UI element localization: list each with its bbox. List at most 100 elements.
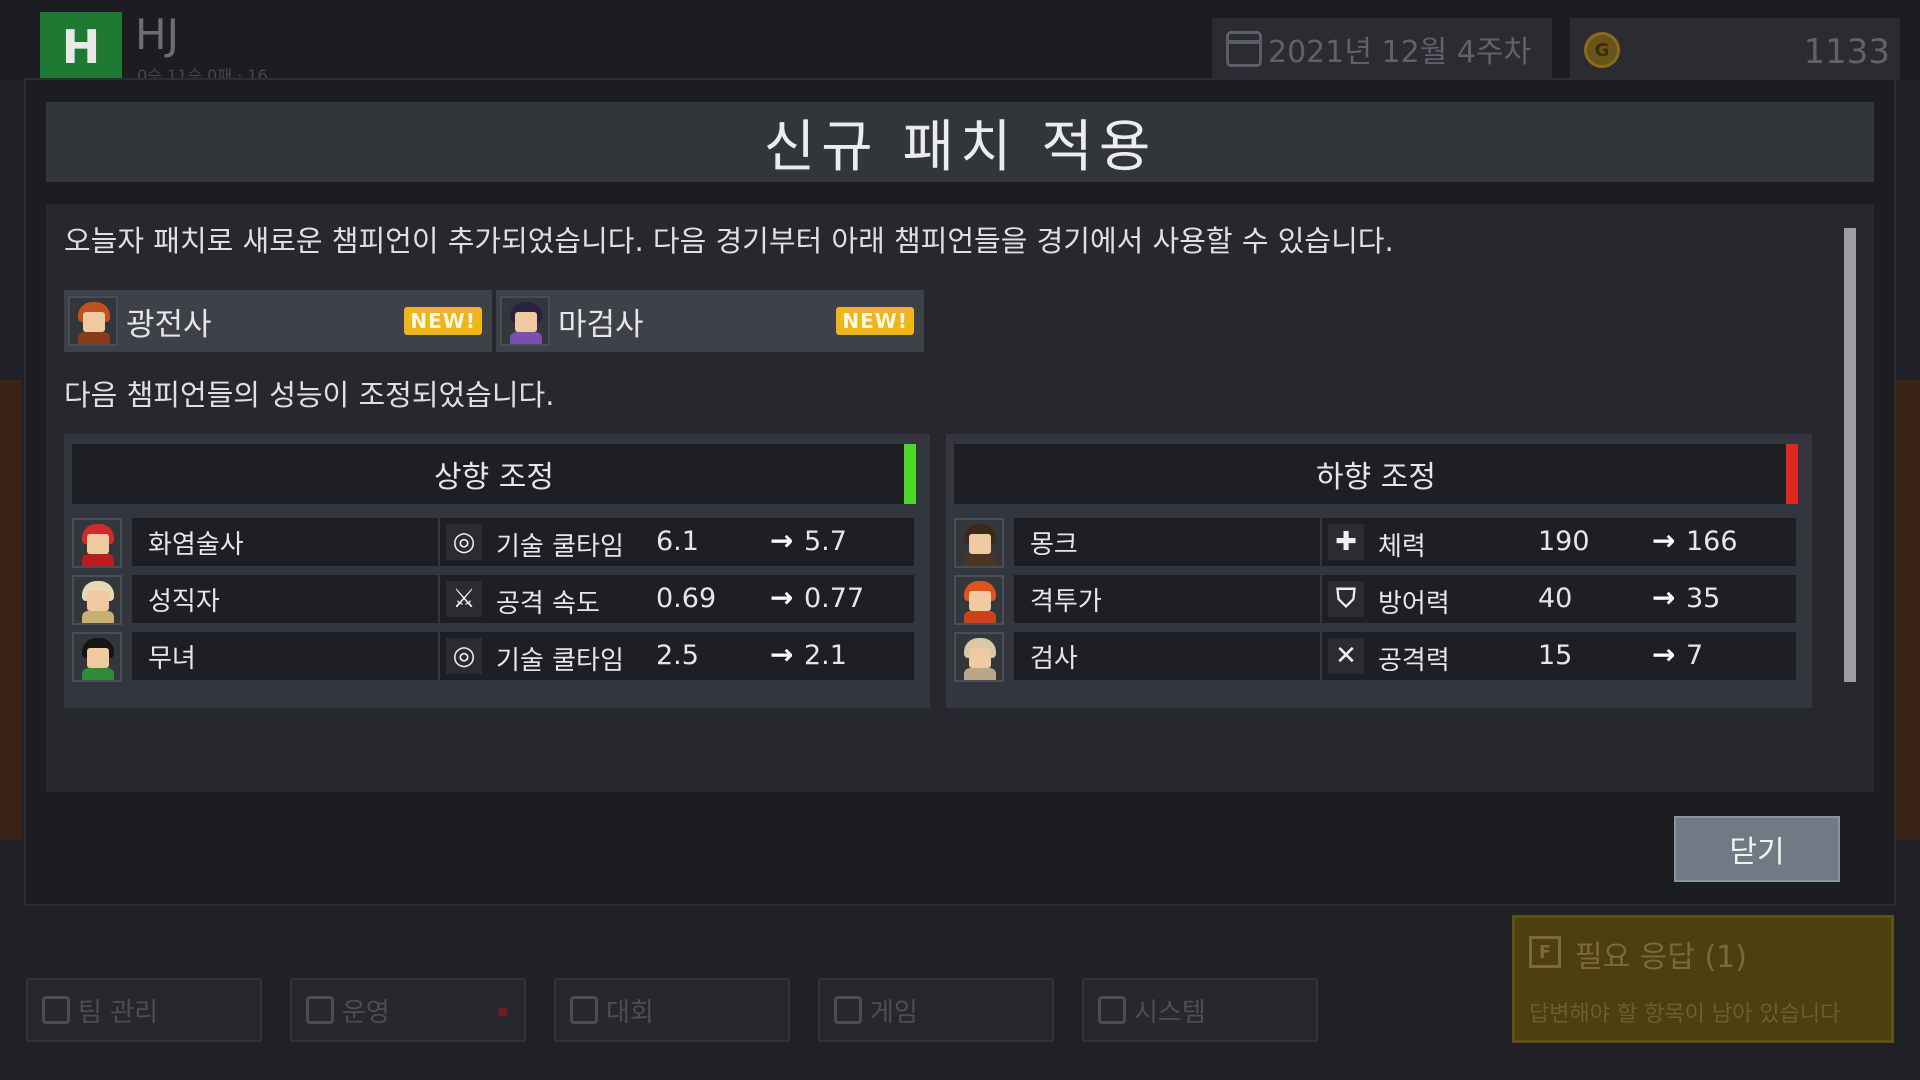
stat-name: 기술 쿨타임: [496, 646, 624, 676]
champion-name: 마검사: [558, 306, 644, 343]
coin-icon: G: [1584, 32, 1620, 68]
arrow-right-icon: →: [770, 581, 794, 614]
table-row: 무녀 ◎ 기술 쿨타임 2.5 → 2.1: [72, 632, 922, 682]
stat-old-value: 2.5: [656, 640, 699, 671]
stat-change: ⚔ 공격 속도 0.69 → 0.77: [440, 575, 914, 623]
champion-portrait: [954, 575, 1004, 625]
champion-name: 광전사: [126, 306, 212, 343]
nav-label: 시스템: [1134, 997, 1206, 1028]
key-f-icon: F: [1529, 936, 1561, 968]
arrow-right-icon: →: [1652, 524, 1676, 557]
stat-old-value: 0.69: [656, 583, 717, 614]
team-logo: H: [40, 12, 122, 82]
stat-old-value: 15: [1538, 640, 1573, 671]
table-row: 성직자 ⚔ 공격 속도 0.69 → 0.77: [72, 575, 922, 625]
arrow-right-icon: →: [770, 524, 794, 557]
stat-change: ◎ 기술 쿨타임 2.5 → 2.1: [440, 632, 914, 680]
health-icon: ✚: [1328, 524, 1364, 560]
table-row: 몽크 ✚ 체력 190 → 166: [954, 518, 1804, 568]
stat-old-value: 40: [1538, 583, 1573, 614]
stat-new-value: 166: [1686, 526, 1738, 557]
new-badge: NEW!: [404, 307, 482, 335]
calendar-icon: [1226, 31, 1262, 67]
champion-portrait: [72, 575, 122, 625]
cooldown-icon: ◎: [446, 524, 482, 560]
table-row: 격투가 ⛉ 방어력 40 → 35: [954, 575, 1804, 625]
stat-change: ◎ 기술 쿨타임 6.1 → 5.7: [440, 518, 914, 566]
gold-display: G 1133: [1570, 18, 1900, 80]
document-icon: [306, 996, 334, 1024]
stat-name: 공격력: [1378, 646, 1450, 676]
stat-new-value: 0.77: [804, 583, 865, 614]
background-left-strip: [0, 380, 22, 840]
buff-panel-title: 상향 조정: [434, 460, 554, 495]
stat-old-value: 190: [1538, 526, 1590, 557]
attack-icon: ✕: [1328, 638, 1364, 674]
defense-icon: ⛉: [1328, 581, 1364, 617]
champion-portrait: [954, 632, 1004, 682]
patch-notes-modal: 신규 패치 적용 오늘자 패치로 새로운 챔피언이 추가되었습니다. 다음 경기…: [24, 78, 1896, 906]
champion-name: 검사: [1014, 632, 1320, 680]
new-champion-card: 광전사 NEW!: [64, 290, 492, 352]
stat-name: 방어력: [1378, 589, 1450, 619]
team-name: HJ: [135, 10, 179, 59]
scrollbar[interactable]: [1844, 228, 1856, 682]
champion-name: 격투가: [1014, 575, 1320, 623]
champion-name: 몽크: [1014, 518, 1320, 566]
nav-tournament-button[interactable]: 대회: [554, 978, 790, 1042]
stat-new-value: 35: [1686, 583, 1721, 614]
nav-team-management-button[interactable]: 팀 관리: [26, 978, 262, 1042]
buff-panel-header: 상향 조정: [72, 444, 916, 504]
stat-name: 공격 속도: [496, 589, 600, 619]
table-row: 화염술사 ◎ 기술 쿨타임 6.1 → 5.7: [72, 518, 922, 568]
champion-name: 성직자: [132, 575, 438, 623]
arrow-right-icon: →: [1652, 581, 1676, 614]
nav-system-button[interactable]: 시스템: [1082, 978, 1318, 1042]
nav-label: 대회: [606, 997, 654, 1028]
champion-name: 무녀: [132, 632, 438, 680]
cooldown-icon: ◎: [446, 638, 482, 674]
nav-label: 운영: [342, 997, 390, 1028]
gamepad-icon: [834, 996, 862, 1024]
gold-amount: 1133: [1803, 32, 1890, 72]
alert-title: 필요 응답 (1): [1575, 940, 1747, 975]
stat-new-value: 5.7: [804, 526, 847, 557]
arrow-right-icon: →: [1652, 638, 1676, 671]
stat-change: ✕ 공격력 15 → 7: [1322, 632, 1796, 680]
new-champion-intro: 오늘자 패치로 새로운 챔피언이 추가되었습니다. 다음 경기부터 아래 챔피언…: [64, 224, 1394, 258]
nerf-panel-title: 하향 조정: [1316, 460, 1436, 495]
required-response-alert[interactable]: F 필요 응답 (1) 답변해야 할 항목이 남아 있습니다: [1512, 915, 1894, 1043]
trophy-icon: [570, 996, 598, 1024]
buff-color-marker: [904, 444, 916, 504]
champion-portrait: [72, 632, 122, 682]
nerf-color-marker: [1786, 444, 1798, 504]
arrow-right-icon: →: [770, 638, 794, 671]
modal-title: 신규 패치 적용: [763, 114, 1157, 180]
champion-portrait: [954, 518, 1004, 568]
adjustment-intro: 다음 챔피언들의 성능이 조정되었습니다.: [64, 378, 555, 412]
nav-game-button[interactable]: 게임: [818, 978, 1054, 1042]
champion-portrait: [72, 518, 122, 568]
nav-operation-button[interactable]: 운영: [290, 978, 526, 1042]
champion-portrait: [500, 296, 550, 346]
notification-dot: [498, 1007, 508, 1017]
nav-label: 게임: [870, 997, 918, 1028]
modal-header: 신규 패치 적용: [46, 102, 1874, 182]
stat-new-value: 2.1: [804, 640, 847, 671]
modal-content: 오늘자 패치로 새로운 챔피언이 추가되었습니다. 다음 경기부터 아래 챔피언…: [46, 204, 1874, 792]
stat-change: ✚ 체력 190 → 166: [1322, 518, 1796, 566]
shield-icon: [42, 996, 70, 1024]
top-bar: H HJ 0승 11승 0패 · 16 2021년 12월 4주차 G 1133: [0, 0, 1920, 85]
background-right-strip: [1894, 380, 1920, 840]
champion-portrait: [68, 296, 118, 346]
new-badge: NEW!: [836, 307, 914, 335]
stat-new-value: 7: [1686, 640, 1704, 671]
alert-subtitle: 답변해야 할 항목이 남아 있습니다: [1529, 1002, 1841, 1027]
champion-name: 화염술사: [132, 518, 438, 566]
gear-icon: [1098, 996, 1126, 1024]
close-button[interactable]: 닫기: [1674, 816, 1840, 882]
new-champion-card: 마검사 NEW!: [496, 290, 924, 352]
stat-name: 기술 쿨타임: [496, 532, 624, 562]
buff-panel: 상향 조정 화염술사 ◎ 기술 쿨타임 6.1 → 5.7 성직자 ⚔ 공격 속…: [64, 434, 930, 708]
date-text: 2021년 12월 4주차: [1268, 35, 1532, 70]
